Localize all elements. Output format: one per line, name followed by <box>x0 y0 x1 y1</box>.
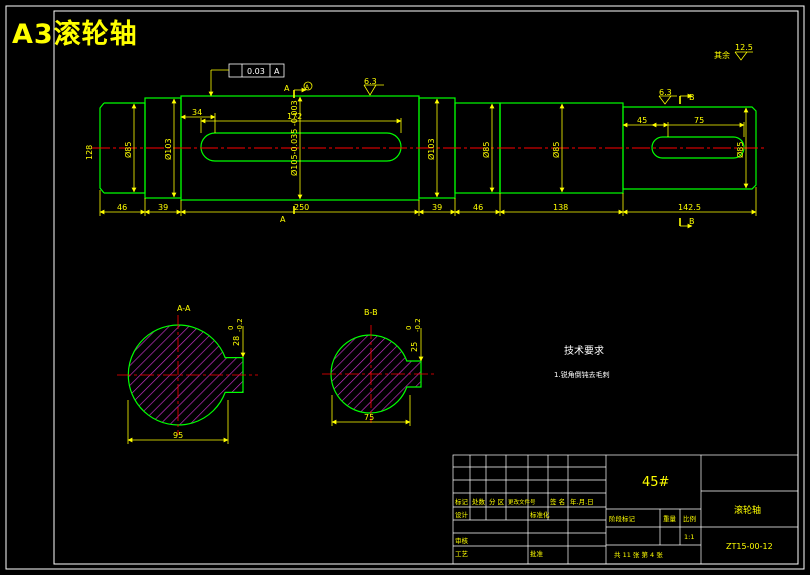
roughness-mark-1: 6.3 <box>364 77 377 86</box>
tb-zone-label: 分 区 <box>489 497 505 506</box>
dim-d-right-end: Ø85 <box>735 142 745 158</box>
tb-sheets: 共 11 张 第 4 张 <box>614 550 663 559</box>
tb-material: 45# <box>642 475 669 490</box>
tb-sign-label: 签 名 <box>550 497 565 506</box>
roughness-mark-2: 6.3 <box>659 88 672 97</box>
dim-d-journal-1: Ø85 <box>123 142 133 158</box>
dim-key2-offset: 45 <box>637 116 647 125</box>
keyway-1 <box>200 132 402 162</box>
tb-count-label: 处数 <box>472 497 486 506</box>
cut-mark-a-bottom: A <box>280 215 286 224</box>
dim-d-journal-2: Ø85 <box>481 142 491 158</box>
tech-req-item-1: 1.锐角倒钝去毛刺 <box>554 370 610 379</box>
tb-change-doc-label: 更改文件号 <box>508 498 536 506</box>
tb-mark-label: 标记 <box>455 497 469 506</box>
section-a-view <box>117 315 258 444</box>
outer-frame <box>5 5 805 570</box>
tb-scale-label: 比例 <box>683 514 696 523</box>
dim-len-4: 39 <box>432 203 442 212</box>
tb-design-label: 设计 <box>455 510 469 519</box>
section-b-view <box>322 325 434 426</box>
section-b-title: B-B <box>364 308 378 317</box>
cut-mark-b-top: B <box>689 93 695 102</box>
cut-mark-b-bottom: B <box>689 217 695 226</box>
cut-mark-a-left: A <box>284 84 290 93</box>
dim-len-7: 142.5 <box>678 203 701 212</box>
cad-drawing-canvas: 128 Ø85 Ø103 Ø105-0.035 -0.003 Ø103 Ø85 … <box>5 5 805 570</box>
section-b-diameter: 75 <box>364 413 374 422</box>
tb-process-label: 工艺 <box>455 550 469 558</box>
roughness-other-value: 12.5 <box>735 43 753 52</box>
dim-len-3: 250 <box>294 203 309 212</box>
roughness-other-label: 其余 <box>714 50 730 60</box>
dim-d-shoulder-2: Ø103 <box>426 138 436 160</box>
section-a-title: A-A <box>177 304 191 313</box>
tb-standard-label: 标准化 <box>530 510 550 519</box>
section-a-diameter: 95 <box>173 431 183 440</box>
tech-req-title: 技术要求 <box>564 344 604 357</box>
dim-len-5: 46 <box>473 203 483 212</box>
section-b-tol-upper: 0 <box>405 326 413 330</box>
tb-review-label: 审核 <box>455 536 469 545</box>
tb-approve-label: 批准 <box>530 549 544 558</box>
length-dimension-chain <box>99 187 757 216</box>
roughness-symbols <box>363 51 753 105</box>
section-a-key-depth: 28 <box>232 336 241 346</box>
tolerance-datum: A <box>274 67 280 76</box>
tb-part-name: 滚轮轴 <box>734 504 761 516</box>
tb-drawing-number: ZT15-00-12 <box>726 542 773 551</box>
dim-d-mid: Ø85 <box>551 142 561 158</box>
dim-key1-len: 172 <box>287 112 302 121</box>
tb-date-label: 年.月.日 <box>570 497 594 506</box>
tb-weight-label: 重量 <box>663 515 677 523</box>
inner-frame <box>53 10 799 565</box>
tolerance-value: 0.03 <box>247 67 265 76</box>
section-b-tol-lower: -0.2 <box>414 318 422 332</box>
dim-len-6: 138 <box>553 203 568 212</box>
dim-d-shoulder-1: Ø103 <box>163 138 173 160</box>
dim-key1-offset: 34 <box>192 108 202 117</box>
section-b-key-depth: 25 <box>410 342 419 352</box>
section-a-tol-lower: -0.2 <box>236 318 244 332</box>
section-a-tol-upper: 0 <box>227 326 235 330</box>
dim-key2-len: 75 <box>694 116 704 125</box>
dim-d-left-end: 128 <box>85 145 94 160</box>
dim-len-1: 46 <box>117 203 127 212</box>
tb-scale-value: 1:1 <box>684 533 694 541</box>
dim-len-2: 39 <box>158 203 168 212</box>
tb-stage-label: 阶段标记 <box>609 514 636 523</box>
